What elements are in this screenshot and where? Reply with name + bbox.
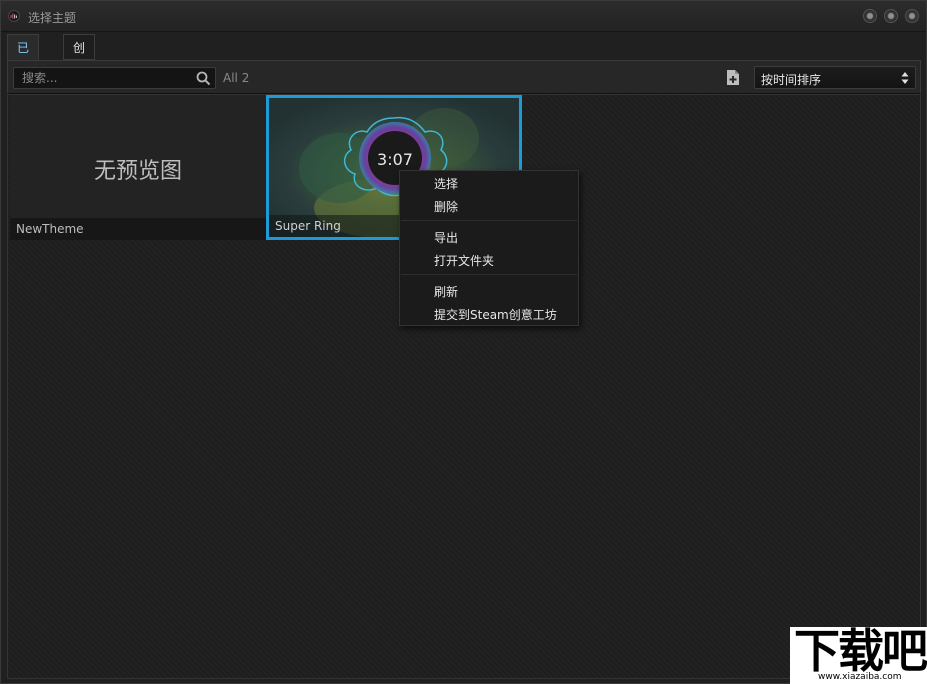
sort-dropdown[interactable]: 按时间排序: [754, 66, 916, 89]
maximize-button[interactable]: [884, 9, 898, 23]
theme-window: 选择主题 已安装 创意工坊 All 2 按时间排序: [0, 0, 927, 684]
toolbar: All 2 按时间排序: [7, 60, 921, 94]
theme-name: NewTheme: [10, 218, 266, 240]
search-input[interactable]: [22, 70, 192, 86]
no-preview-text: 无预览图: [93, 159, 182, 184]
new-theme-icon[interactable]: [726, 69, 740, 86]
menu-separator: [401, 274, 577, 275]
search-box[interactable]: [13, 67, 216, 89]
watermark-logo: 下载吧 www.xiazaiba.com: [790, 627, 927, 684]
sort-arrows-icon: [901, 72, 909, 84]
watermark-url: www.xiazaiba.com: [818, 672, 902, 682]
sort-label: 按时间排序: [761, 73, 822, 87]
menu-item-refresh[interactable]: 刷新: [434, 283, 458, 300]
menu-item-delete[interactable]: 删除: [434, 198, 458, 215]
window-title: 选择主题: [28, 11, 77, 25]
context-menu: 选择 删除 导出 打开文件夹 刷新 提交到Steam创意工坊: [399, 170, 579, 326]
menu-item-submit-workshop[interactable]: 提交到Steam创意工坊: [434, 306, 557, 323]
watermark-text: 下载吧: [794, 624, 927, 678]
app-icon: [8, 10, 20, 22]
theme-count: All 2: [223, 71, 250, 85]
tab-workshop[interactable]: 创意工坊: [63, 34, 96, 133]
minimize-button[interactable]: [863, 9, 877, 23]
title-bar[interactable]: 选择主题: [1, 1, 926, 32]
clock-text: 3:07: [377, 150, 413, 169]
menu-item-select[interactable]: 选择: [434, 175, 458, 192]
menu-item-export[interactable]: 导出: [434, 229, 458, 246]
menu-item-open-folder[interactable]: 打开文件夹: [434, 252, 494, 269]
close-button[interactable]: [905, 9, 919, 23]
search-icon[interactable]: [196, 71, 211, 86]
tab-installed[interactable]: 已安装: [7, 34, 40, 107]
theme-card-newtheme[interactable]: 无预览图 NewTheme: [10, 95, 266, 240]
menu-separator: [401, 220, 577, 221]
